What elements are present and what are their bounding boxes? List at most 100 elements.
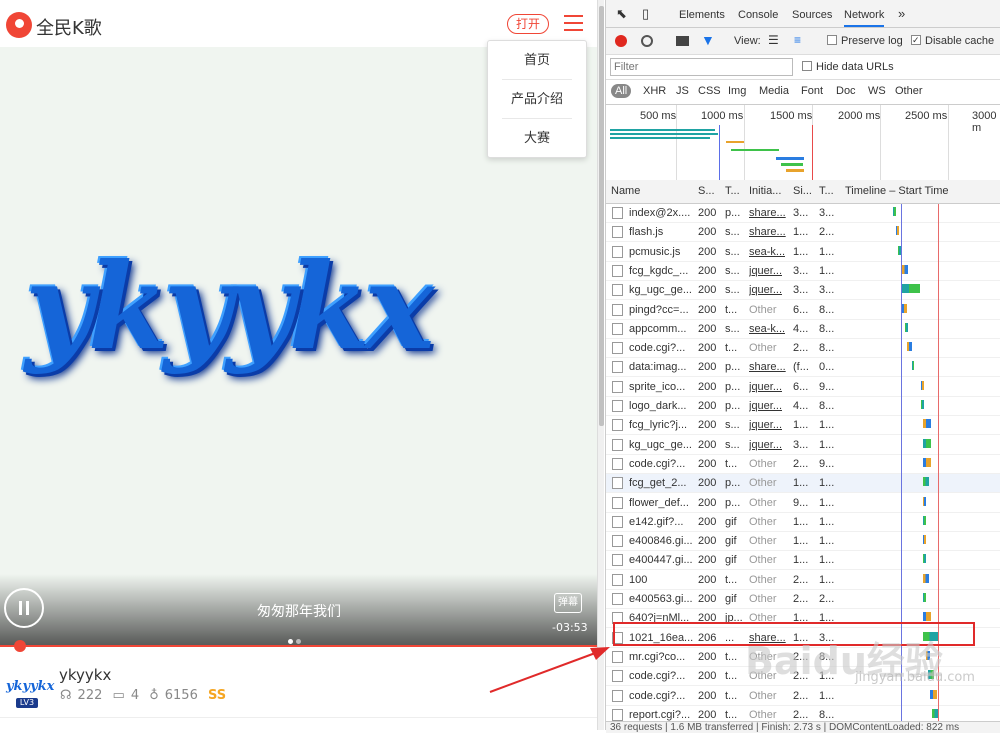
table-row[interactable]: pingd?cc=... 200 t... Other 6... 8...: [606, 301, 1000, 320]
table-row[interactable]: pcmusic.js 200 s... sea-k... 1... 1...: [606, 243, 1000, 262]
cell-initiator: Other: [749, 689, 777, 702]
cell-status: 200: [698, 496, 717, 509]
progress-bar[interactable]: [0, 645, 598, 647]
col-initiator[interactable]: Initia...: [749, 185, 781, 197]
type-img[interactable]: Img: [728, 85, 746, 97]
tab-console[interactable]: Console: [738, 9, 778, 21]
table-row[interactable]: sprite_ico... 200 p... jquer... 6... 9...: [606, 378, 1000, 397]
col-type[interactable]: T...: [725, 185, 740, 197]
menu-item-product[interactable]: 产品介绍: [502, 80, 572, 119]
table-row[interactable]: code.cgi?... 200 t... Other 2... 1...: [606, 687, 1000, 706]
cell-type: s...: [725, 226, 740, 239]
danmu-toggle-button[interactable]: 弹幕: [554, 593, 582, 613]
cell-initiator[interactable]: jquer...: [749, 439, 782, 451]
type-js[interactable]: JS: [676, 85, 689, 97]
table-row[interactable]: index@2x.... 200 p... share... 3... 3...: [606, 204, 1000, 223]
file-icon: [612, 361, 623, 374]
table-row[interactable]: code.cgi?... 200 t... Other 2... 9...: [606, 455, 1000, 474]
more-tabs-icon[interactable]: »: [898, 6, 905, 21]
type-ws[interactable]: WS: [868, 85, 886, 97]
table-row[interactable]: e142.gif?... 200 gif Other 1... 1...: [606, 513, 1000, 532]
type-doc[interactable]: Doc: [836, 85, 856, 97]
disable-cache-checkbox[interactable]: ✓: [911, 35, 921, 45]
table-row[interactable]: e400563.gi... 200 gif Other 2... 2...: [606, 590, 1000, 609]
open-app-button[interactable]: 打开: [507, 14, 549, 34]
col-name[interactable]: Name: [611, 185, 640, 197]
cell-status: 200: [698, 457, 717, 470]
hamburger-menu-icon[interactable]: [564, 15, 583, 32]
col-timeline[interactable]: Timeline – Start Time: [845, 185, 949, 197]
cell-size: (f...: [793, 361, 809, 374]
cell-size: 3...: [793, 438, 809, 451]
cell-initiator[interactable]: share...: [749, 207, 786, 219]
record-icon[interactable]: [615, 35, 627, 47]
cell-initiator[interactable]: jquer...: [749, 265, 782, 277]
type-all[interactable]: All: [611, 84, 632, 98]
cell-initiator: Other: [749, 573, 777, 586]
network-toolbar: ▼ View: ☰ ≡ Preserve log ✓ Disable cache: [606, 28, 1000, 55]
cell-initiator[interactable]: jquer...: [749, 419, 782, 431]
timeline-bar: [923, 457, 931, 467]
table-row[interactable]: kg_ugc_ge... 200 s... jquer... 3... 3...: [606, 281, 1000, 301]
progress-knob[interactable]: [14, 640, 26, 652]
type-font[interactable]: Font: [801, 85, 823, 97]
requests-table-header: Name S... T... Initia... Si... T... Time…: [606, 180, 1000, 204]
table-row[interactable]: flower_def... 200 p... Other 9... 1...: [606, 494, 1000, 513]
file-icon: [612, 380, 623, 393]
table-row[interactable]: flash.js 200 s... share... 1... 2...: [606, 223, 1000, 243]
cell-initiator[interactable]: jquer...: [749, 400, 782, 412]
cell-initiator[interactable]: share...: [749, 226, 786, 238]
hide-data-urls-checkbox[interactable]: [802, 61, 812, 71]
list-view-icon[interactable]: ☰: [768, 33, 779, 47]
clear-icon[interactable]: [641, 35, 653, 47]
cell-initiator[interactable]: sea-k...: [749, 323, 785, 335]
table-row[interactable]: e400846.gi... 200 gif Other 1... 1...: [606, 532, 1000, 552]
inspect-icon[interactable]: ⬉: [616, 6, 627, 22]
table-row[interactable]: fcg_lyric?j... 200 s... jquer... 1... 1...: [606, 416, 1000, 436]
table-row[interactable]: logo_dark... 200 p... jquer... 4... 8...: [606, 397, 1000, 416]
file-icon: [612, 477, 623, 490]
cell-initiator[interactable]: share...: [749, 361, 786, 373]
menu-item-home[interactable]: 首页: [502, 41, 572, 80]
tab-elements[interactable]: Elements: [679, 9, 725, 21]
col-time[interactable]: T...: [819, 185, 834, 197]
table-row[interactable]: fcg_get_2... 200 p... Other 1... 1...: [606, 474, 1000, 494]
table-row[interactable]: kg_ugc_ge... 200 s... jquer... 3... 1...: [606, 436, 1000, 455]
waterfall-view-icon[interactable]: ≡: [794, 33, 801, 47]
page-scrollbar[interactable]: [597, 0, 604, 730]
table-row[interactable]: appcomm... 200 s... sea-k... 4... 8...: [606, 320, 1000, 339]
file-icon: [612, 554, 623, 567]
cell-time: 8...: [819, 322, 835, 335]
table-row[interactable]: e400447.gi... 200 gif Other 1... 1...: [606, 551, 1000, 571]
type-other[interactable]: Other: [895, 85, 923, 97]
cell-initiator[interactable]: jquer...: [749, 381, 782, 393]
cell-initiator[interactable]: sea-k...: [749, 246, 785, 258]
camera-icon[interactable]: [676, 36, 689, 46]
type-xhr[interactable]: XHR: [643, 85, 666, 97]
type-media[interactable]: Media: [759, 85, 789, 97]
cell-name: kg_ugc_ge...: [629, 438, 692, 451]
tab-network[interactable]: Network: [844, 9, 885, 27]
table-row[interactable]: data:imag... 200 p... share... (f... 0...: [606, 358, 1000, 378]
network-overview[interactable]: 500 ms 1000 ms 1500 ms 2000 ms 2500 ms 3…: [606, 105, 1000, 181]
cell-name: report.cgi?...: [629, 708, 691, 721]
type-css[interactable]: CSS: [698, 85, 721, 97]
timeline-bar: [930, 689, 937, 699]
menu-item-contest[interactable]: 大赛: [502, 119, 572, 158]
col-status[interactable]: S...: [698, 185, 715, 197]
filter-icon[interactable]: ▼: [701, 32, 715, 48]
user-name[interactable]: ykyykx: [59, 666, 111, 684]
table-row[interactable]: 100 200 t... Other 2... 1...: [606, 571, 1000, 590]
filter-input[interactable]: [610, 58, 793, 76]
col-size[interactable]: Si...: [793, 185, 812, 197]
remaining-time: -03:53: [552, 621, 588, 634]
preserve-log-checkbox[interactable]: [827, 35, 837, 45]
tab-sources[interactable]: Sources: [792, 9, 832, 21]
timeline-bar: [902, 303, 907, 313]
cell-size: 2...: [793, 689, 809, 702]
cell-initiator[interactable]: jquer...: [749, 284, 782, 296]
device-icon[interactable]: ▯: [642, 6, 649, 22]
cell-status: 200: [698, 303, 717, 316]
table-row[interactable]: code.cgi?... 200 t... Other 2... 8...: [606, 339, 1000, 359]
table-row[interactable]: fcg_kgdc_... 200 s... jquer... 3... 1...: [606, 262, 1000, 281]
